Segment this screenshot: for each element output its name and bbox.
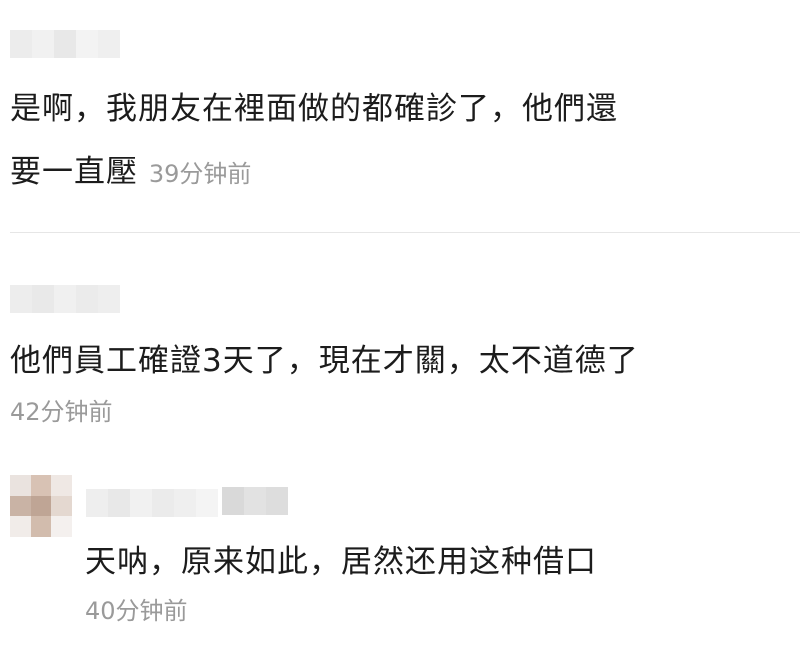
- comment-text-continued: 要一直壓 39分钟前: [10, 149, 251, 197]
- comment-timestamp: 40分钟前: [85, 597, 188, 625]
- comment-text: 天呐，原来如此，居然还用这种借口: [85, 544, 597, 580]
- comment-text-line2: 要一直壓: [10, 154, 138, 190]
- blurred-username-suffix: [222, 487, 288, 515]
- comment-text: 他們員工確證3天了，現在才關，太不道德了: [10, 343, 639, 379]
- avatar[interactable]: [10, 475, 72, 537]
- blurred-username: [86, 489, 218, 517]
- comment-timestamp: 39分钟前: [148, 160, 252, 188]
- comment-timestamp: 42分钟前: [10, 398, 113, 426]
- comment-item: 天呐，原来如此，居然还用这种借口 40分钟前: [0, 463, 800, 663]
- blurred-username: [10, 30, 120, 58]
- comment-text: 是啊，我朋友在裡面做的都確診了，他們還: [10, 91, 618, 127]
- comment-item: 是啊，我朋友在裡面做的都確診了，他們還 要一直壓 39分钟前: [0, 0, 800, 232]
- comment-item: 他們員工確證3天了，現在才關，太不道德了 42分钟前: [0, 233, 800, 463]
- blurred-username: [10, 285, 120, 313]
